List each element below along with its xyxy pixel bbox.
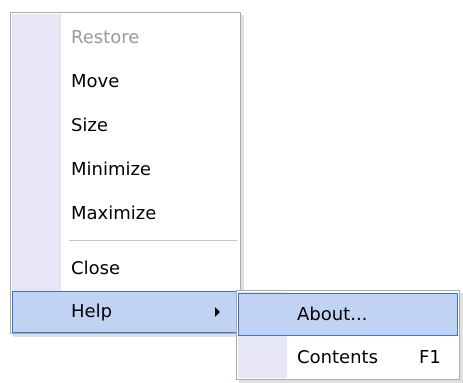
menu-item-move[interactable]: Move bbox=[12, 60, 239, 104]
menu-item-label: Help bbox=[71, 301, 113, 322]
menu-item-label: Restore bbox=[71, 27, 140, 48]
menu-item-label: Minimize bbox=[71, 159, 151, 180]
menu-item-label: Maximize bbox=[71, 203, 157, 224]
menu-item-close[interactable]: Close bbox=[12, 247, 239, 291]
menu-item-minimize[interactable]: Minimize bbox=[12, 148, 239, 192]
menu-item-help[interactable]: Help bbox=[12, 291, 239, 333]
menu-item-size[interactable]: Size bbox=[12, 104, 239, 148]
menu-separator bbox=[69, 240, 237, 242]
menu-item-label: Close bbox=[71, 258, 121, 279]
submenu-arrow-icon bbox=[215, 307, 220, 317]
menu-item-label: Size bbox=[71, 115, 108, 136]
menu-item-label: About... bbox=[297, 304, 368, 325]
menu-item-about[interactable]: About... bbox=[238, 293, 458, 336]
menu-item-restore[interactable]: Restore bbox=[12, 16, 239, 60]
menu-item-label: Move bbox=[71, 71, 120, 92]
menu-item-maximize[interactable]: Maximize bbox=[12, 192, 239, 236]
menu-item-label: Contents bbox=[297, 347, 378, 368]
shortcut-label: F1 bbox=[419, 347, 441, 368]
menu-item-contents[interactable]: Contents F1 bbox=[238, 336, 458, 380]
system-menu: Restore Move Size Minimize Maximize Clos… bbox=[10, 12, 241, 334]
help-submenu: About... Contents F1 bbox=[236, 290, 460, 380]
